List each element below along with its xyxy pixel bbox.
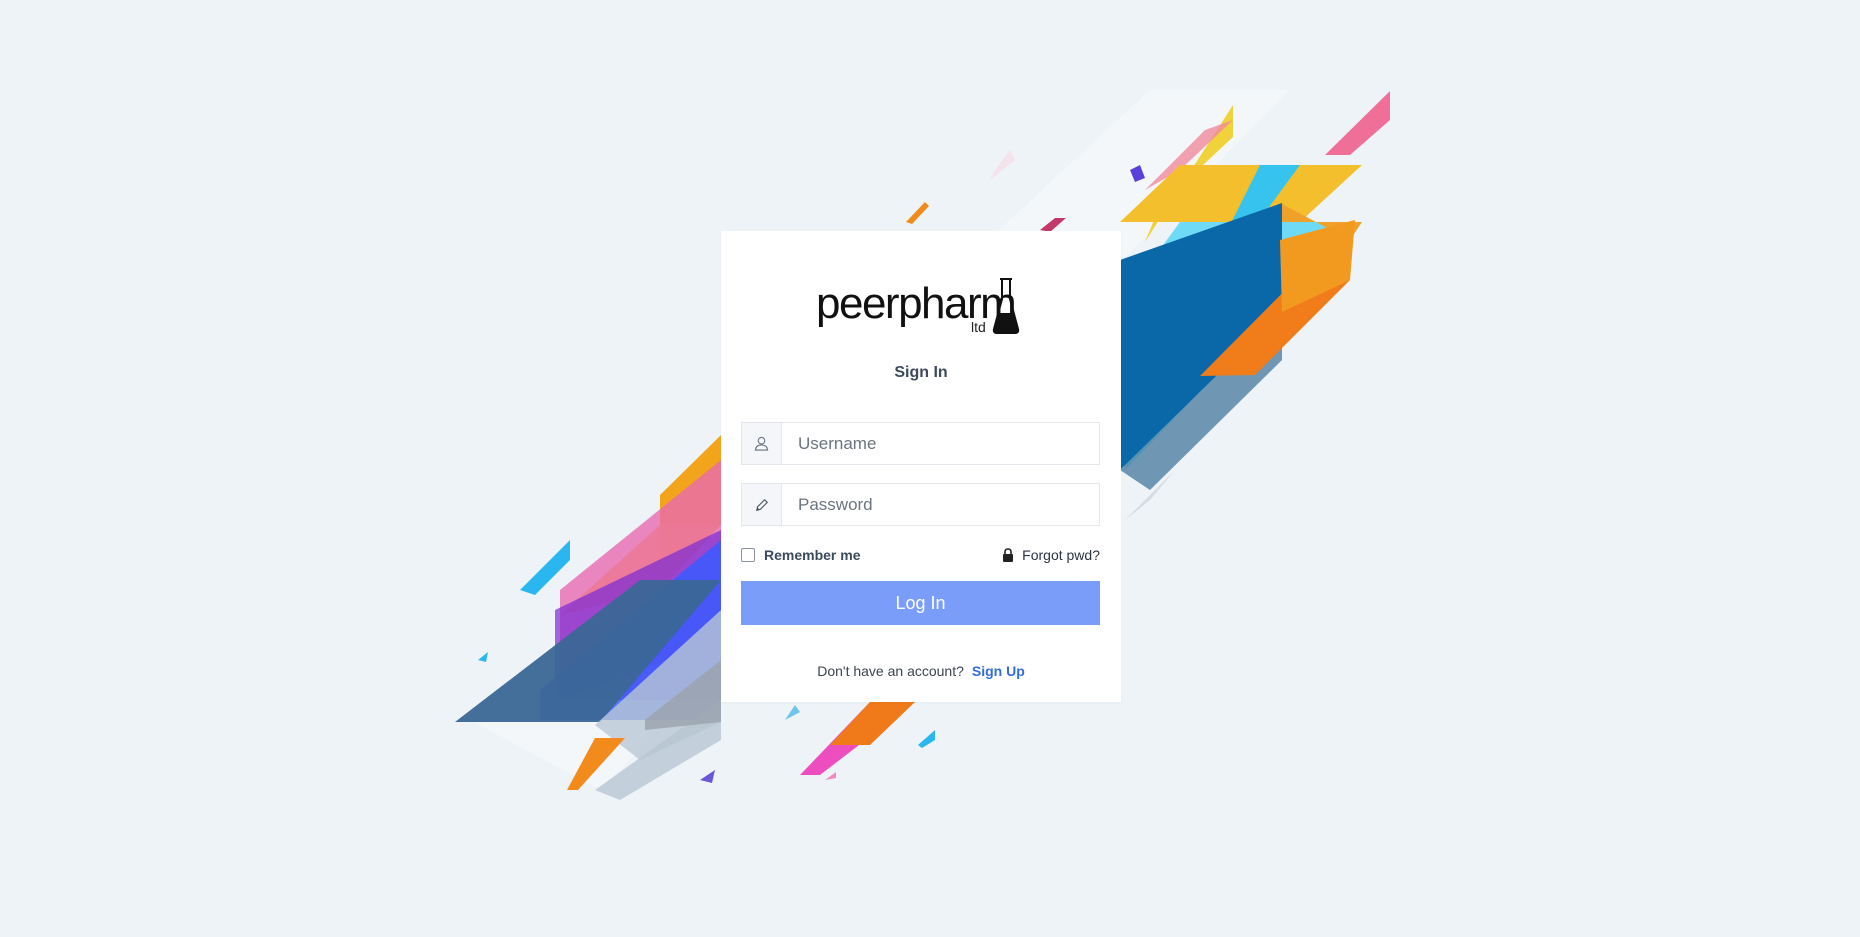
- flask-icon: [992, 278, 1020, 334]
- login-button[interactable]: Log In: [741, 581, 1100, 625]
- brand-suffix: ltd: [971, 319, 986, 335]
- lock-icon: [1003, 548, 1014, 562]
- options-row: Remember me Forgot pwd?: [741, 545, 1100, 565]
- signup-link[interactable]: Sign Up: [972, 663, 1025, 679]
- forgot-password-link[interactable]: Forgot pwd?: [1002, 547, 1100, 563]
- user-icon: [742, 423, 782, 464]
- remember-me-label[interactable]: Remember me: [764, 547, 861, 563]
- username-group: [741, 422, 1100, 465]
- username-input[interactable]: [782, 423, 1099, 464]
- brand-logo: peerpharm ltd: [816, 277, 1026, 341]
- signup-row: Don't have an account? Sign Up: [721, 663, 1121, 679]
- sign-in-title: Sign In: [894, 364, 948, 381]
- pencil-icon: [742, 484, 782, 525]
- remember-me: Remember me: [741, 547, 861, 563]
- password-input[interactable]: [782, 484, 1099, 525]
- signup-prompt: Don't have an account?: [817, 663, 964, 679]
- login-card: peerpharm ltd Sign In Remember me: [721, 231, 1121, 702]
- password-group: [741, 483, 1100, 526]
- forgot-password-label: Forgot pwd?: [1022, 547, 1100, 563]
- remember-me-checkbox[interactable]: [741, 548, 755, 562]
